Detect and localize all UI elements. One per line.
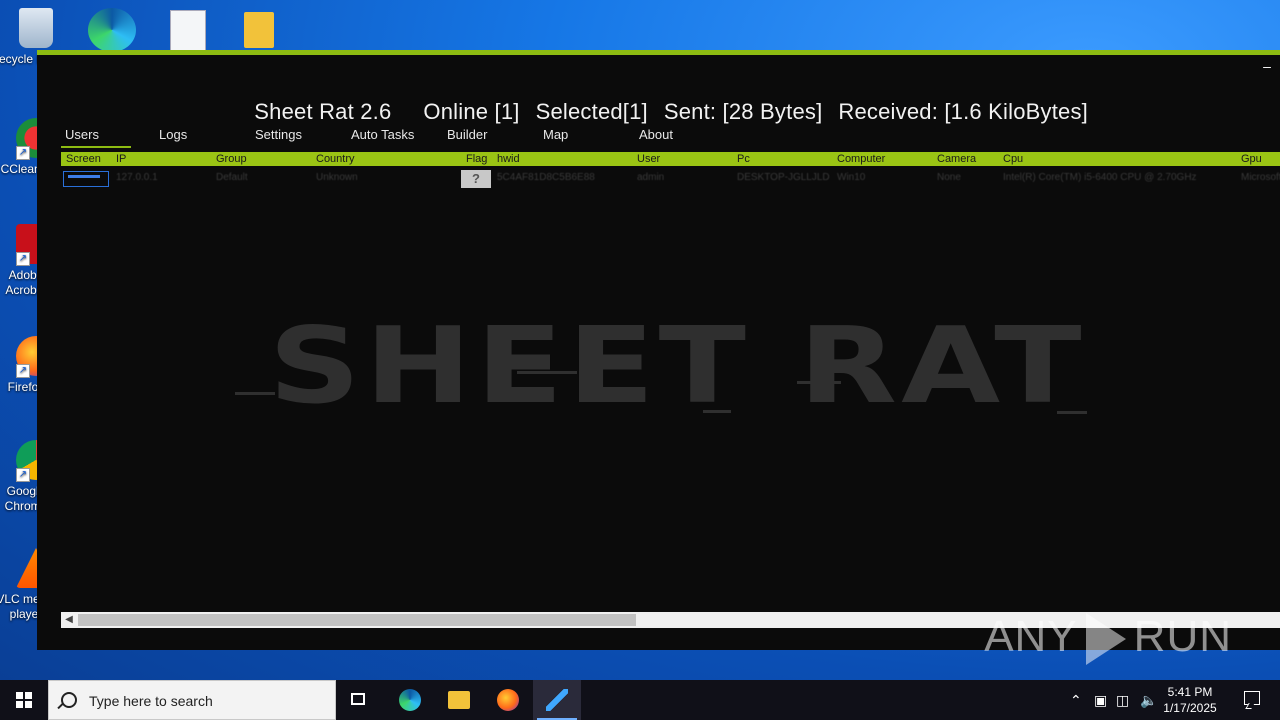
cell-computer: Win10 (837, 172, 866, 183)
firefox-icon (497, 689, 519, 711)
system-tray: ⌃ ▣ ◫ 🔈 5:41 PM 1/17/2025 (1060, 680, 1280, 720)
column-header-pc[interactable]: Pc (737, 152, 750, 166)
search-icon (61, 692, 77, 708)
flag-unknown-icon: ? (461, 170, 491, 188)
cell-ip: 127.0.0.1 (116, 172, 158, 183)
cell-cpu: Intel(R) Core(TM) i5-6400 CPU @ 2.70GHz (1003, 172, 1197, 183)
column-header-group[interactable]: Group (216, 152, 247, 166)
edge-icon (399, 689, 421, 711)
cell-pc: DESKTOP-JGLLJLD (737, 172, 830, 183)
column-header-gpu[interactable]: Gpu (1241, 152, 1262, 166)
anyrun-logo-left: ANY (984, 612, 1078, 661)
folder-icon (448, 691, 470, 709)
meet-now-icon[interactable]: ▣ (1094, 692, 1107, 709)
screen-thumbnail[interactable] (63, 171, 109, 187)
task-view-button[interactable] (336, 680, 384, 720)
taskbar-file-explorer-button[interactable] (435, 680, 483, 720)
shortcut-arrow-icon: ↗ (16, 364, 30, 378)
anyrun-logo-right: RUN (1133, 612, 1232, 661)
menu-item-about[interactable]: About (639, 127, 673, 142)
menu-item-settings[interactable]: Settings (255, 127, 302, 142)
watermark-glitch (797, 381, 841, 384)
column-header-camera[interactable]: Camera (937, 152, 976, 166)
column-header-hwid[interactable]: hwid (497, 152, 520, 166)
column-header-country[interactable]: Country (316, 152, 355, 166)
start-button[interactable] (0, 680, 48, 720)
search-placeholder: Type here to search (89, 693, 213, 709)
watermark-glitch (1057, 411, 1087, 414)
sent-bytes: Sent: [28 Bytes] (663, 99, 823, 124)
watermark-glitch (235, 392, 275, 395)
taskbar-edge-button[interactable] (386, 680, 434, 720)
clock-date: 1/17/2025 (1163, 701, 1217, 715)
watermark-glitch (517, 371, 577, 374)
taskbar: Type here to search ⌃ ▣ ◫ 🔈 5:41 PM 1/17… (0, 680, 1280, 720)
folder-icon[interactable] (244, 12, 274, 48)
cell-country: Unknown (316, 172, 358, 183)
online-count: Online [1] (423, 99, 520, 124)
taskbar-clock[interactable]: 5:41 PM 1/17/2025 (1158, 684, 1222, 716)
shortcut-arrow-icon: ↗ (16, 146, 30, 160)
clock-time: 5:41 PM (1167, 685, 1213, 699)
cell-gpu: Microsoft (1241, 172, 1280, 183)
recycle-bin-icon (19, 8, 53, 48)
menu-item-map[interactable]: Map (543, 127, 568, 142)
selected-count: Selected[1] (535, 99, 648, 124)
menu-item-logs[interactable]: Logs (159, 127, 187, 142)
scroll-left-arrow-icon[interactable]: ◀ (61, 612, 77, 628)
column-header-cpu[interactable]: Cpu (1003, 152, 1023, 166)
watermark-glitch (703, 410, 731, 413)
taskbar-firefox-button[interactable] (484, 680, 532, 720)
notification-icon[interactable] (1244, 691, 1260, 705)
menu-item-auto-tasks[interactable]: Auto Tasks (351, 127, 414, 142)
column-header-user[interactable]: User (637, 152, 660, 166)
shortcut-arrow-icon: ↗ (16, 468, 30, 482)
windows-logo-icon (16, 692, 32, 708)
menu-item-builder[interactable]: Builder (447, 127, 487, 142)
feather-app-icon (546, 689, 568, 711)
cell-user: admin (637, 172, 665, 183)
taskbar-search-box[interactable]: Type here to search (48, 680, 336, 720)
scrollbar-thumb[interactable] (78, 614, 636, 626)
menu-item-users[interactable]: Users (61, 127, 131, 148)
shortcut-arrow-icon: ↗ (16, 252, 30, 266)
volume-icon[interactable]: 🔈 (1140, 692, 1157, 709)
column-header-computer[interactable]: Computer (837, 152, 885, 166)
cell-hwid: 5C4AF81D8C5B6E88 (497, 172, 595, 183)
anyrun-logo: ANY RUN (984, 612, 1232, 666)
image-file-icon[interactable] (170, 10, 206, 52)
network-icon[interactable]: ◫ (1116, 692, 1129, 709)
chevron-up-icon[interactable]: ⌃ (1070, 692, 1082, 709)
task-view-icon (351, 693, 365, 705)
sheet-rat-watermark: SHEET RAT (268, 305, 1086, 428)
clients-grid-header: Screen IP Group Country Flag hwid User P… (61, 152, 1280, 166)
play-icon (1085, 613, 1126, 666)
edge-icon[interactable] (88, 8, 136, 52)
column-header-screen[interactable]: Screen (66, 152, 101, 166)
column-header-flag[interactable]: Flag (466, 152, 487, 166)
sheet-rat-window: – Sheet Rat 2.6 Online [1] Selected[1] Sent… (37, 50, 1280, 650)
cell-camera: None (937, 172, 961, 183)
app-title: Sheet Rat 2.6 (254, 99, 392, 124)
column-header-ip[interactable]: IP (116, 152, 126, 166)
taskbar-sheet-rat-button[interactable] (533, 680, 581, 720)
received-bytes: Received: [1.6 KiloBytes] (838, 99, 1088, 124)
table-row[interactable]: 127.0.0.1 Default Unknown ? 5C4AF81D8C5B… (61, 169, 1280, 189)
cell-group: Default (216, 172, 248, 183)
